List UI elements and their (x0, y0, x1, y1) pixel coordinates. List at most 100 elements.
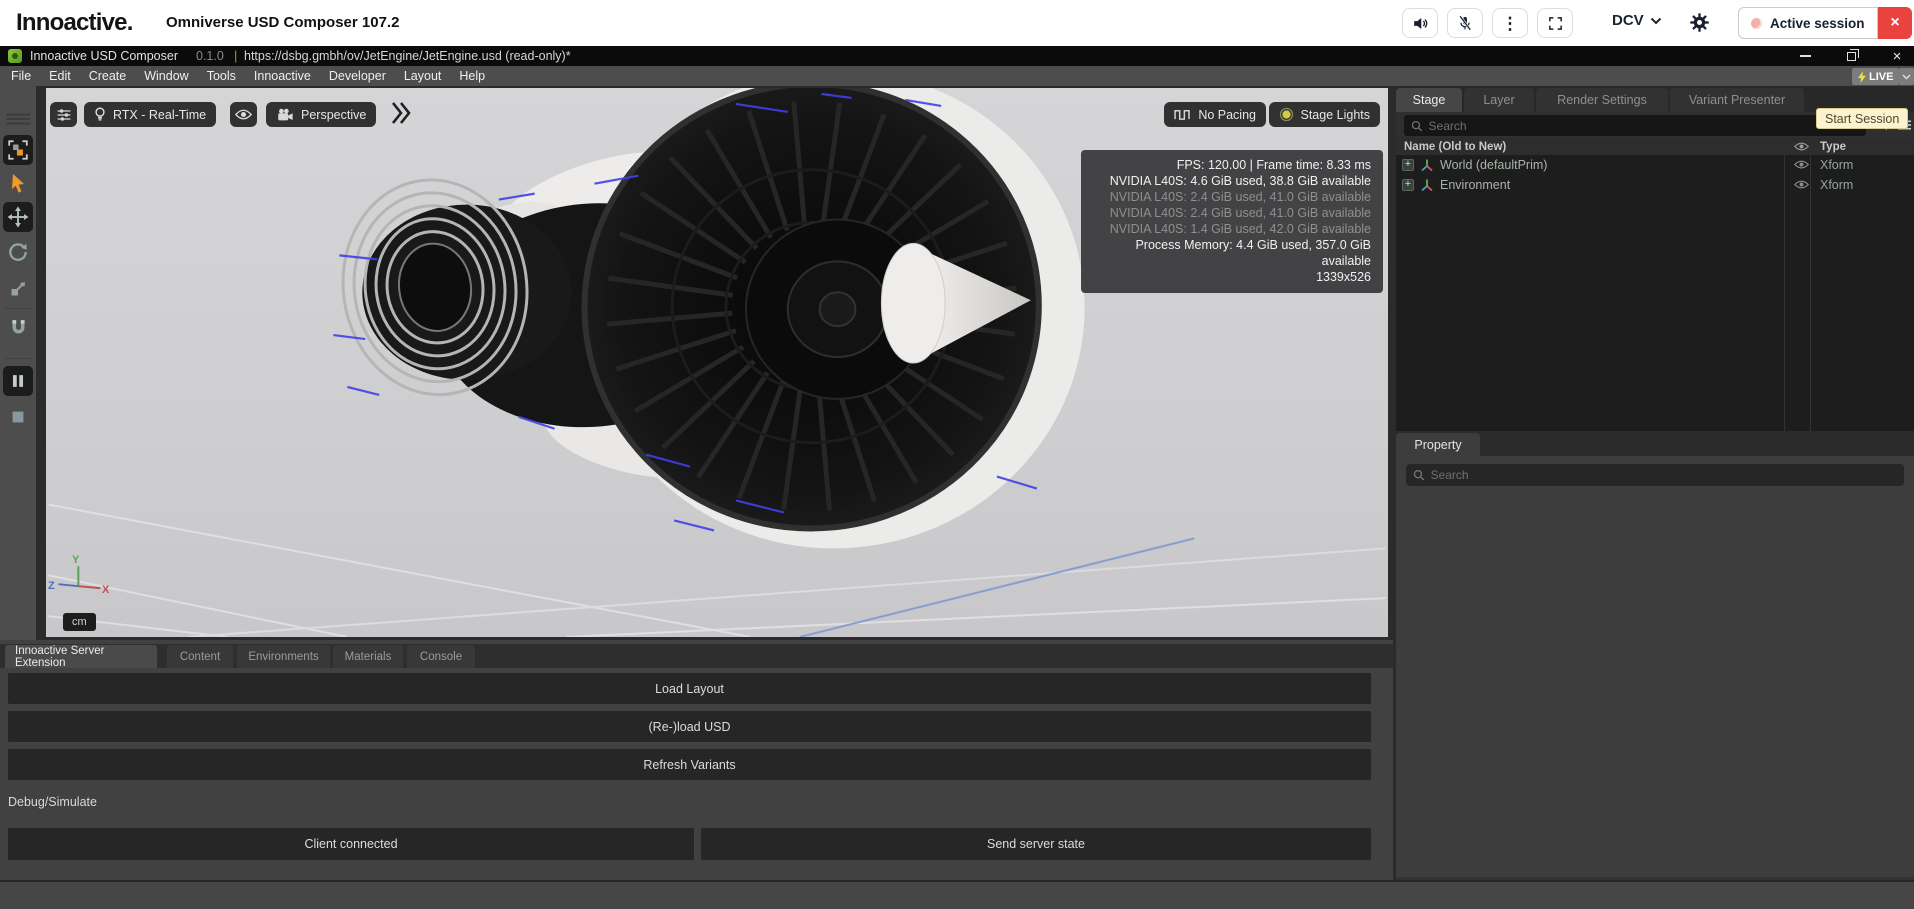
tab-property[interactable]: Property (1396, 433, 1480, 456)
client-connected-button[interactable]: Client connected (8, 828, 694, 860)
tab-layer[interactable]: Layer (1464, 88, 1534, 112)
window-close-button[interactable]: × (1882, 47, 1912, 65)
dcv-label: DCV (1612, 12, 1644, 29)
camera-button[interactable]: Perspective (266, 102, 376, 127)
visibility-button[interactable] (230, 102, 257, 127)
volume-button[interactable] (1402, 8, 1438, 38)
axis-y-label: Y (72, 554, 79, 566)
end-session-button[interactable]: × (1878, 7, 1912, 39)
close-icon: × (1890, 14, 1899, 32)
menu-window[interactable]: Window (135, 69, 197, 83)
snap-tool[interactable] (3, 312, 33, 342)
app-icon (8, 49, 22, 63)
menu-help[interactable]: Help (450, 69, 494, 83)
stat-resolution: 1339x526 (1093, 269, 1371, 285)
right-panel: Stage Layer Render Settings Variant Pres… (1396, 86, 1914, 880)
window-restore-button[interactable] (1836, 47, 1866, 65)
pacing-label: No Pacing (1198, 108, 1256, 122)
visibility-eye-icon[interactable] (1794, 179, 1809, 190)
refresh-variants-button[interactable]: Refresh Variants (8, 749, 1371, 780)
fullscreen-icon (1547, 15, 1564, 32)
prim-type: Xform (1820, 158, 1853, 172)
stop-button[interactable] (3, 402, 33, 432)
innoactive-logo: Innoactive. (16, 9, 133, 37)
viewport[interactable]: Y X Z RTX - Real-Time (46, 88, 1388, 637)
toolbar-grip-icon[interactable] (6, 113, 30, 125)
property-search-field[interactable] (1406, 464, 1904, 486)
move-tool[interactable] (3, 202, 33, 232)
viewport-settings-button[interactable] (50, 102, 77, 127)
property-search-input[interactable] (1431, 468, 1897, 482)
prim-name[interactable]: Environment (1440, 178, 1510, 192)
stage-tree-header[interactable]: Name (Old to New) Type (1396, 138, 1914, 155)
pause-button[interactable] (3, 366, 33, 396)
dcv-dropdown[interactable]: DCV (1612, 12, 1662, 29)
select-tool[interactable] (3, 169, 33, 199)
stat-gpu-0: NVIDIA L40S: 4.6 GiB used, 38.8 GiB avai… (1093, 173, 1371, 189)
tree-row-world[interactable]: World (defaultPrim) Xform (1396, 155, 1914, 175)
live-dropdown-button[interactable] (1899, 68, 1914, 85)
tree-row-environment[interactable]: Environment Xform (1396, 175, 1914, 195)
stage-lights-button[interactable]: Stage Lights (1269, 102, 1381, 127)
platform-header: Innoactive. Omniverse USD Composer 107.2… (0, 0, 1914, 46)
visibility-eye-icon[interactable] (1794, 159, 1809, 170)
cursor-icon (8, 173, 28, 195)
property-tabbar: Property (1396, 431, 1914, 456)
tab-variant-presenter[interactable]: Variant Presenter (1670, 88, 1804, 112)
kebab-menu-icon: ⋮ (1502, 15, 1519, 32)
stage-search-field[interactable] (1404, 115, 1866, 136)
pacing-button[interactable]: No Pacing (1164, 102, 1266, 127)
expand-icon[interactable] (1402, 159, 1414, 171)
renderer-button[interactable]: RTX - Real-Time (84, 102, 216, 127)
send-server-state-button[interactable]: Send server state (701, 828, 1371, 860)
window-app-version: 0.1.0 (196, 49, 224, 63)
load-layout-button[interactable]: Load Layout (8, 673, 1371, 704)
active-session-label: Active session (1770, 16, 1865, 31)
mic-off-icon (1456, 14, 1474, 32)
more-options-button[interactable]: ⋮ (1492, 8, 1528, 38)
scale-tool[interactable] (3, 274, 33, 304)
column-name[interactable]: Name (Old to New) (1404, 141, 1506, 153)
pause-icon (9, 372, 27, 390)
tab-content[interactable]: Content (167, 645, 233, 668)
tab-innoactive-server-extension[interactable]: Innoactive Server Extension (5, 645, 157, 668)
tab-materials[interactable]: Materials (333, 645, 403, 668)
magnet-icon (8, 317, 29, 338)
search-icon (1411, 120, 1423, 132)
stage-search-input[interactable] (1429, 119, 1859, 133)
menu-tools[interactable]: Tools (198, 69, 245, 83)
visibility-column-icon (1794, 141, 1809, 152)
menu-edit[interactable]: Edit (40, 69, 80, 83)
camera-label: Perspective (301, 108, 366, 122)
expand-icon[interactable] (1402, 179, 1414, 191)
menu-create[interactable]: Create (80, 69, 136, 83)
live-sync-badge[interactable]: LIVE (1852, 68, 1899, 85)
lightbulb-icon (94, 107, 106, 122)
rotate-tool[interactable] (3, 237, 33, 267)
chevron-down-icon (1902, 74, 1911, 80)
tab-stage[interactable]: Stage (1396, 88, 1462, 112)
active-session-button[interactable]: Active session (1738, 7, 1878, 39)
tab-environments[interactable]: Environments (237, 645, 330, 668)
tab-render-settings[interactable]: Render Settings (1536, 88, 1668, 112)
live-label: LIVE (1869, 71, 1893, 83)
selection-mode-tool[interactable] (3, 135, 33, 165)
prim-name[interactable]: World (defaultPrim) (1440, 158, 1547, 172)
column-divider (1784, 155, 1785, 431)
window-minimize-button[interactable] (1790, 47, 1820, 65)
reload-usd-button[interactable]: (Re-)load USD (8, 711, 1371, 742)
tab-console[interactable]: Console (407, 645, 475, 668)
fullscreen-button[interactable] (1537, 8, 1573, 38)
menu-file[interactable]: File (2, 69, 40, 83)
stage-tree: World (defaultPrim) Xform Environment Xf… (1396, 155, 1914, 431)
menu-layout[interactable]: Layout (395, 69, 451, 83)
settings-button[interactable] (1688, 11, 1711, 39)
toolbar-expand-button[interactable] (390, 100, 412, 131)
microphone-muted-button[interactable] (1447, 8, 1483, 38)
document-url: https://dsbg.gmbh/ov/JetEngine/JetEngine… (244, 49, 571, 63)
stat-gpu-1: NVIDIA L40S: 2.4 GiB used, 41.0 GiB avai… (1093, 189, 1371, 205)
menu-developer[interactable]: Developer (320, 69, 395, 83)
menu-innoactive[interactable]: Innoactive (245, 69, 320, 83)
square-wave-icon (1174, 108, 1191, 121)
rotate-icon (7, 241, 29, 263)
